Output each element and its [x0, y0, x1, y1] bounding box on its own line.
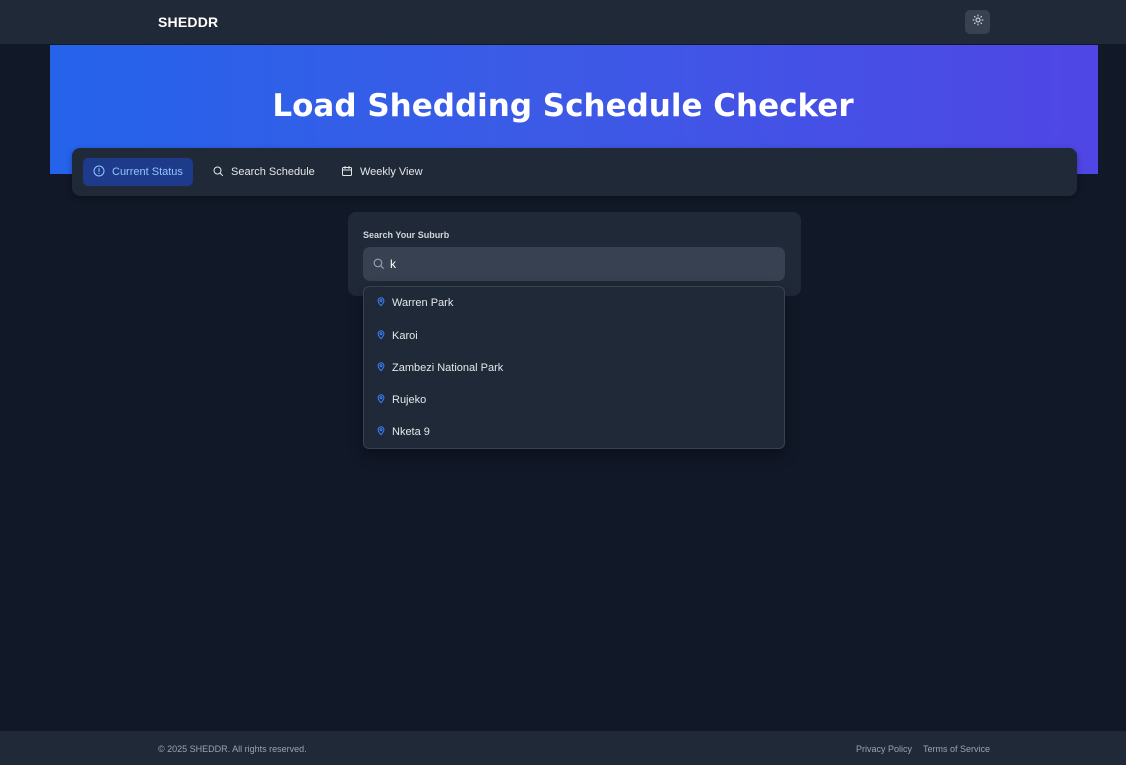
- calendar-icon: [341, 165, 353, 180]
- footer: © 2025 SHEDDR. All rights reserved. Priv…: [0, 731, 1126, 765]
- alert-circle-icon: [93, 165, 105, 180]
- search-icon: [372, 257, 385, 275]
- terms-of-service-link[interactable]: Terms of Service: [923, 744, 990, 754]
- search-box[interactable]: [363, 247, 785, 281]
- suggestion-label: Rujeko: [392, 394, 427, 406]
- suggestion-item[interactable]: Rujeko: [364, 384, 784, 416]
- suggestion-label: Zambezi National Park: [392, 362, 504, 374]
- page-title: Load Shedding Schedule Checker: [272, 88, 854, 124]
- map-pin-icon: [376, 425, 386, 439]
- sun-icon: [972, 13, 984, 31]
- suggestion-item[interactable]: Karoi: [364, 320, 784, 352]
- tab-current-status[interactable]: Current Status: [83, 158, 193, 186]
- suggestion-item[interactable]: Warren Park: [364, 287, 784, 319]
- suggestion-label: Nketa 9: [392, 426, 430, 438]
- search-input[interactable]: [390, 254, 770, 274]
- tab-label: Current Status: [112, 166, 183, 178]
- map-pin-icon: [376, 329, 386, 343]
- brand-logo[interactable]: SHEDDR: [158, 14, 218, 30]
- suggestion-item[interactable]: Nketa 9: [364, 416, 784, 448]
- search-icon: [212, 165, 224, 180]
- copyright-text: © 2025 SHEDDR. All rights reserved.: [158, 744, 307, 754]
- suggestion-label: Karoi: [392, 330, 418, 342]
- theme-toggle-button[interactable]: [965, 10, 990, 34]
- search-label: Search Your Suburb: [363, 230, 450, 240]
- search-card: Search Your Suburb: [348, 212, 801, 296]
- map-pin-icon: [376, 361, 386, 375]
- top-navbar: SHEDDR: [0, 0, 1126, 45]
- footer-links: Privacy Policy Terms of Service: [856, 744, 990, 754]
- suggestion-label: Warren Park: [392, 297, 454, 309]
- suggestion-item[interactable]: Zambezi National Park: [364, 352, 784, 384]
- map-pin-icon: [376, 296, 386, 310]
- tab-label: Search Schedule: [231, 166, 315, 178]
- map-pin-icon: [376, 393, 386, 407]
- tab-weekly-view[interactable]: Weekly View: [331, 158, 433, 186]
- tab-search-schedule[interactable]: Search Schedule: [202, 158, 325, 186]
- tab-bar: Current Status Search Schedule Weekly Vi…: [72, 148, 1077, 196]
- suggestions-dropdown: Warren Park Karoi Zambezi National Park …: [363, 286, 785, 449]
- tab-label: Weekly View: [360, 166, 423, 178]
- privacy-policy-link[interactable]: Privacy Policy: [856, 744, 912, 754]
